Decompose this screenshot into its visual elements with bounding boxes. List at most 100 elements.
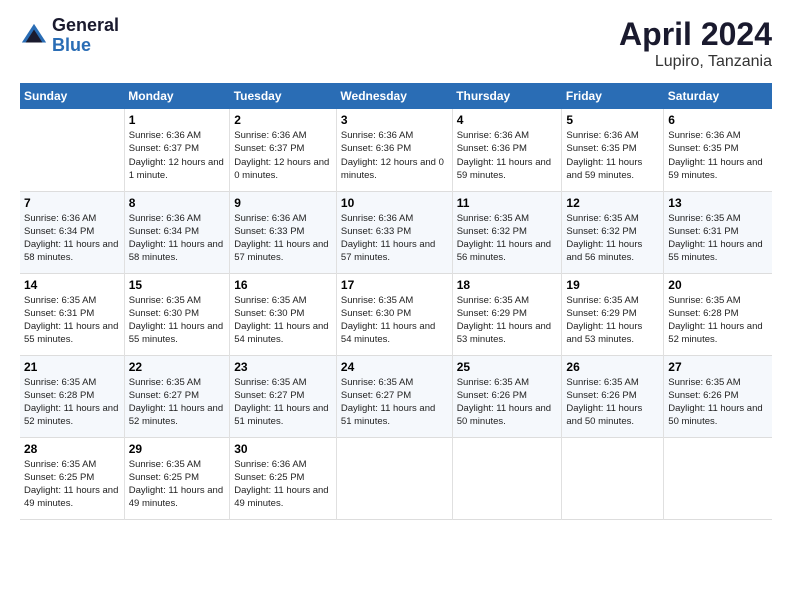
day-number: 19 xyxy=(566,278,659,292)
day-number: 8 xyxy=(129,196,225,210)
logo-general: General xyxy=(52,16,119,36)
calendar-cell xyxy=(336,437,452,519)
daylight: Daylight: 11 hours and 59 minutes. xyxy=(668,157,762,181)
daylight: Daylight: 11 hours and 52 minutes. xyxy=(129,403,223,427)
day-detail: Sunrise: 6:35 AM Sunset: 6:25 PM Dayligh… xyxy=(24,458,120,511)
location: Lupiro, Tanzania xyxy=(619,53,772,71)
calendar-cell: 9 Sunrise: 6:36 AM Sunset: 6:33 PM Dayli… xyxy=(230,191,337,273)
sunrise: Sunrise: 6:36 AM xyxy=(341,130,413,141)
day-detail: Sunrise: 6:35 AM Sunset: 6:26 PM Dayligh… xyxy=(566,376,659,429)
calendar-cell: 7 Sunrise: 6:36 AM Sunset: 6:34 PM Dayli… xyxy=(20,191,124,273)
sunset: Sunset: 6:26 PM xyxy=(668,390,738,401)
day-number: 4 xyxy=(457,113,558,127)
day-number: 21 xyxy=(24,360,120,374)
sunrise: Sunrise: 6:35 AM xyxy=(129,459,201,470)
day-detail: Sunrise: 6:35 AM Sunset: 6:27 PM Dayligh… xyxy=(234,376,332,429)
day-number: 2 xyxy=(234,113,332,127)
sunset: Sunset: 6:36 PM xyxy=(341,143,411,154)
calendar-cell: 17 Sunrise: 6:35 AM Sunset: 6:30 PM Dayl… xyxy=(336,273,452,355)
calendar-cell: 19 Sunrise: 6:35 AM Sunset: 6:29 PM Dayl… xyxy=(562,273,664,355)
sunrise: Sunrise: 6:35 AM xyxy=(566,295,638,306)
sunrise: Sunrise: 6:36 AM xyxy=(341,213,413,224)
sunrise: Sunrise: 6:36 AM xyxy=(566,130,638,141)
month-year: April 2024 xyxy=(619,16,772,53)
logo-blue: Blue xyxy=(52,36,119,56)
daylight: Daylight: 11 hours and 49 minutes. xyxy=(129,485,223,509)
calendar-cell: 25 Sunrise: 6:35 AM Sunset: 6:26 PM Dayl… xyxy=(452,355,562,437)
day-number: 20 xyxy=(668,278,768,292)
calendar-cell: 24 Sunrise: 6:35 AM Sunset: 6:27 PM Dayl… xyxy=(336,355,452,437)
day-detail: Sunrise: 6:35 AM Sunset: 6:25 PM Dayligh… xyxy=(129,458,225,511)
sunset: Sunset: 6:30 PM xyxy=(129,308,199,319)
day-detail: Sunrise: 6:35 AM Sunset: 6:26 PM Dayligh… xyxy=(457,376,558,429)
sunrise: Sunrise: 6:35 AM xyxy=(24,459,96,470)
calendar-cell xyxy=(664,437,772,519)
sunrise: Sunrise: 6:36 AM xyxy=(129,130,201,141)
sunrise: Sunrise: 6:35 AM xyxy=(668,213,740,224)
sunset: Sunset: 6:30 PM xyxy=(341,308,411,319)
sunset: Sunset: 6:26 PM xyxy=(566,390,636,401)
day-detail: Sunrise: 6:35 AM Sunset: 6:30 PM Dayligh… xyxy=(341,294,448,347)
calendar-cell: 28 Sunrise: 6:35 AM Sunset: 6:25 PM Dayl… xyxy=(20,437,124,519)
sunset: Sunset: 6:25 PM xyxy=(129,472,199,483)
day-number: 9 xyxy=(234,196,332,210)
day-detail: Sunrise: 6:35 AM Sunset: 6:31 PM Dayligh… xyxy=(668,212,768,265)
sunrise: Sunrise: 6:36 AM xyxy=(457,130,529,141)
day-detail: Sunrise: 6:35 AM Sunset: 6:27 PM Dayligh… xyxy=(341,376,448,429)
day-detail: Sunrise: 6:35 AM Sunset: 6:32 PM Dayligh… xyxy=(566,212,659,265)
calendar-cell: 18 Sunrise: 6:35 AM Sunset: 6:29 PM Dayl… xyxy=(452,273,562,355)
day-detail: Sunrise: 6:36 AM Sunset: 6:33 PM Dayligh… xyxy=(341,212,448,265)
day-number: 1 xyxy=(129,113,225,127)
calendar-cell xyxy=(452,437,562,519)
day-detail: Sunrise: 6:35 AM Sunset: 6:26 PM Dayligh… xyxy=(668,376,768,429)
sunrise: Sunrise: 6:35 AM xyxy=(566,213,638,224)
week-row-2: 14 Sunrise: 6:35 AM Sunset: 6:31 PM Dayl… xyxy=(20,273,772,355)
calendar-cell: 23 Sunrise: 6:35 AM Sunset: 6:27 PM Dayl… xyxy=(230,355,337,437)
day-number: 13 xyxy=(668,196,768,210)
week-row-0: 1 Sunrise: 6:36 AM Sunset: 6:37 PM Dayli… xyxy=(20,109,772,191)
sunset: Sunset: 6:27 PM xyxy=(341,390,411,401)
day-number: 5 xyxy=(566,113,659,127)
calendar-cell: 10 Sunrise: 6:36 AM Sunset: 6:33 PM Dayl… xyxy=(336,191,452,273)
day-number: 23 xyxy=(234,360,332,374)
daylight: Daylight: 11 hours and 54 minutes. xyxy=(341,321,435,345)
sunset: Sunset: 6:29 PM xyxy=(457,308,527,319)
calendar-cell: 2 Sunrise: 6:36 AM Sunset: 6:37 PM Dayli… xyxy=(230,109,337,191)
sunset: Sunset: 6:37 PM xyxy=(129,143,199,154)
sunset: Sunset: 6:27 PM xyxy=(234,390,304,401)
col-friday: Friday xyxy=(562,83,664,109)
daylight: Daylight: 11 hours and 56 minutes. xyxy=(566,239,642,263)
logo-icon xyxy=(20,22,48,50)
calendar-cell: 6 Sunrise: 6:36 AM Sunset: 6:35 PM Dayli… xyxy=(664,109,772,191)
sunrise: Sunrise: 6:36 AM xyxy=(129,213,201,224)
day-detail: Sunrise: 6:35 AM Sunset: 6:30 PM Dayligh… xyxy=(234,294,332,347)
header: General Blue April 2024 Lupiro, Tanzania xyxy=(20,16,772,71)
col-sunday: Sunday xyxy=(20,83,124,109)
sunset: Sunset: 6:25 PM xyxy=(234,472,304,483)
calendar-cell: 3 Sunrise: 6:36 AM Sunset: 6:36 PM Dayli… xyxy=(336,109,452,191)
sunrise: Sunrise: 6:35 AM xyxy=(24,295,96,306)
calendar-cell: 4 Sunrise: 6:36 AM Sunset: 6:36 PM Dayli… xyxy=(452,109,562,191)
day-detail: Sunrise: 6:35 AM Sunset: 6:29 PM Dayligh… xyxy=(566,294,659,347)
sunrise: Sunrise: 6:36 AM xyxy=(24,213,96,224)
day-number: 28 xyxy=(24,442,120,456)
col-wednesday: Wednesday xyxy=(336,83,452,109)
calendar-cell xyxy=(20,109,124,191)
calendar-cell: 11 Sunrise: 6:35 AM Sunset: 6:32 PM Dayl… xyxy=(452,191,562,273)
calendar-cell: 13 Sunrise: 6:35 AM Sunset: 6:31 PM Dayl… xyxy=(664,191,772,273)
daylight: Daylight: 11 hours and 54 minutes. xyxy=(234,321,328,345)
week-row-3: 21 Sunrise: 6:35 AM Sunset: 6:28 PM Dayl… xyxy=(20,355,772,437)
sunrise: Sunrise: 6:35 AM xyxy=(129,377,201,388)
daylight: Daylight: 11 hours and 50 minutes. xyxy=(457,403,551,427)
daylight: Daylight: 11 hours and 50 minutes. xyxy=(566,403,642,427)
sunrise: Sunrise: 6:35 AM xyxy=(668,377,740,388)
sunset: Sunset: 6:25 PM xyxy=(24,472,94,483)
sunset: Sunset: 6:33 PM xyxy=(234,226,304,237)
sunset: Sunset: 6:31 PM xyxy=(24,308,94,319)
day-number: 22 xyxy=(129,360,225,374)
day-detail: Sunrise: 6:36 AM Sunset: 6:36 PM Dayligh… xyxy=(341,129,448,182)
day-number: 6 xyxy=(668,113,768,127)
col-saturday: Saturday xyxy=(664,83,772,109)
sunrise: Sunrise: 6:36 AM xyxy=(234,213,306,224)
sunset: Sunset: 6:34 PM xyxy=(129,226,199,237)
